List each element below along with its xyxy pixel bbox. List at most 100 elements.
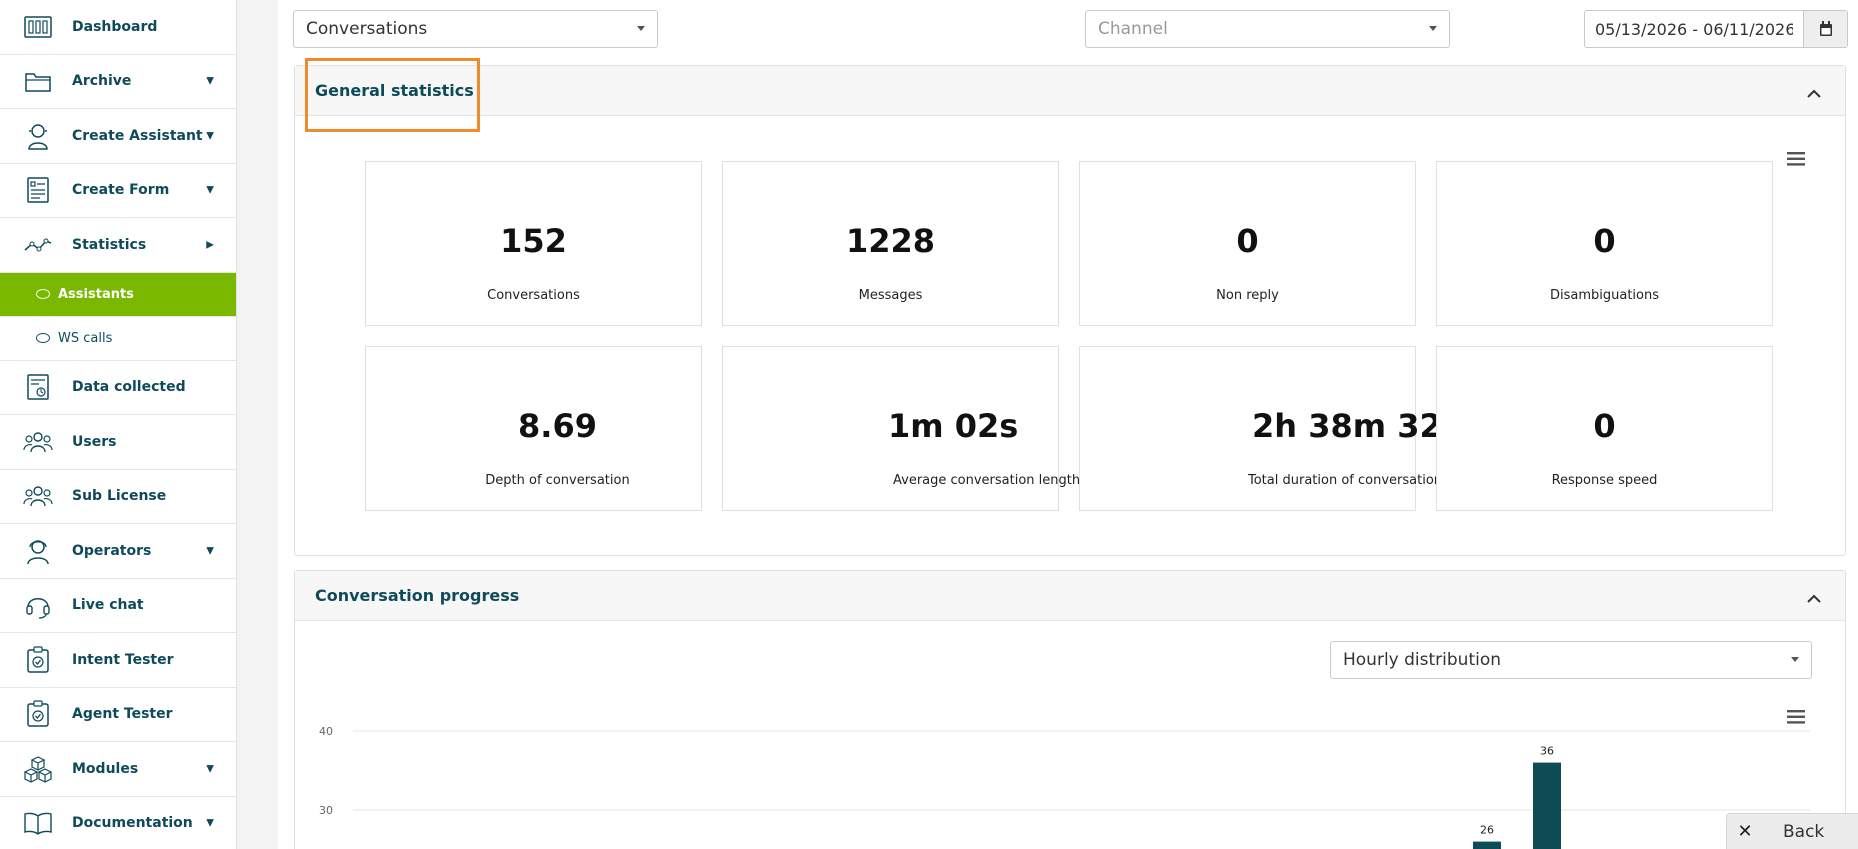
sidebar-item-create-form[interactable]: Create Form ▼ (0, 164, 236, 218)
main-content: Conversations Channel General statistics (278, 0, 1858, 849)
sidebar-item-label: Archive (72, 73, 132, 90)
filter-bar: Conversations Channel (293, 10, 1848, 48)
chevron-down-icon (1429, 26, 1437, 31)
sidebar-item-label: Documentation (72, 815, 193, 832)
stat-value: 1228 (845, 222, 936, 260)
stat-caption: Disambiguations (1549, 288, 1660, 303)
stat-value: 0 (1236, 222, 1259, 260)
type-select[interactable]: Conversations (293, 10, 658, 48)
bullet-icon (36, 333, 50, 343)
sidebar-item-live-chat[interactable]: Live chat (0, 579, 236, 633)
stat-value: 2h 38m 32s (1252, 407, 1461, 445)
sidebar-item-sub-license[interactable]: Sub License (0, 470, 236, 524)
form-icon (22, 174, 54, 206)
stat-caption: Messages (858, 288, 923, 303)
stat-caption: Conversations (487, 288, 580, 303)
sidebar-subitem-label: WS calls (58, 330, 113, 346)
bar-value-label: 36 (1540, 745, 1554, 758)
sidebar-subitem-ws-calls[interactable]: WS calls (0, 317, 236, 361)
calendar-button[interactable] (1803, 11, 1847, 47)
stat-card: 152 Conversations (365, 161, 702, 326)
stat-card: 0 Non reply (1079, 161, 1416, 326)
conversation-chart: 30 40 26 36 (319, 725, 1810, 849)
operator-icon (22, 535, 54, 567)
calendar-icon (1819, 21, 1832, 36)
sidebar-item-label: Modules (72, 760, 139, 777)
y-tick-label: 30 (319, 804, 333, 817)
clipboard-check-icon (22, 698, 54, 730)
stat-caption: Response speed (1551, 473, 1658, 488)
y-tick-label: 40 (319, 725, 333, 738)
sub-license-icon (22, 480, 54, 512)
statistics-icon (22, 229, 54, 261)
back-button[interactable]: ✕ Back (1726, 813, 1858, 849)
sidebar-item-label: Users (72, 433, 117, 450)
dashboard-icon (22, 11, 54, 43)
sidebar-item-users[interactable]: Users (0, 415, 236, 470)
sidebar-item-label: Dashboard (72, 18, 158, 35)
chevron-down-icon (637, 26, 645, 31)
assistant-icon (22, 120, 54, 152)
panel-header[interactable]: General statistics (295, 58, 1845, 132)
sidebar-item-label: Sub License (72, 488, 167, 505)
general-statistics-panel: General statistics 152 Conversations 122… (294, 58, 1846, 556)
stat-value: 0 (1593, 222, 1616, 260)
sidebar-item-create-assistant[interactable]: Create Assistant ▼ (0, 109, 236, 164)
conversation-progress-panel: Conversation progress Hourly distributio… (294, 570, 1846, 849)
stat-caption: Average conversation length (893, 473, 1081, 488)
chevron-down-icon: ▼ (206, 817, 214, 829)
chart-bar (1533, 762, 1561, 849)
headset-icon (22, 589, 54, 621)
sidebar-item-label: Operators (72, 542, 152, 559)
stat-card: 0 Response speed (1436, 346, 1773, 511)
sidebar-item-label: Intent Tester (72, 651, 174, 668)
channel-select[interactable]: Channel (1085, 10, 1450, 48)
stat-caption: Total duration of conversations (1248, 473, 1449, 488)
stat-card: 1228 Messages (722, 161, 1059, 326)
menu-icon[interactable] (1787, 151, 1805, 170)
sidebar-item-operators[interactable]: Operators ▼ (0, 524, 236, 579)
stat-card: 2h 38m 32s Total duration of conversatio… (1079, 346, 1461, 511)
panel-title: General statistics (315, 81, 474, 100)
users-icon (22, 426, 54, 458)
channel-select-placeholder: Channel (1098, 19, 1168, 39)
stat-value: 1m 02s (888, 407, 1019, 445)
back-label: Back (1783, 821, 1825, 842)
sidebar-item-label: Create Assistant (72, 127, 203, 144)
type-select-value: Conversations (306, 19, 428, 39)
stat-value: 0 (1593, 407, 1616, 445)
stat-value: 152 (500, 222, 567, 260)
date-range-input[interactable] (1585, 11, 1803, 47)
stat-caption: Non reply (1216, 288, 1279, 303)
chevron-down-icon: ▼ (206, 545, 214, 557)
folder-icon (22, 65, 54, 97)
sidebar-item-archive[interactable]: Archive ▼ (0, 55, 236, 109)
sidebar-item-intent-tester[interactable]: Intent Tester (0, 633, 236, 688)
chart-bar (1473, 841, 1501, 849)
clipboard-check-icon (22, 644, 54, 676)
sidebar-item-label: Statistics (72, 236, 147, 253)
sidebar-item-agent-tester[interactable]: Agent Tester (0, 688, 236, 742)
sidebar-subitem-label: Assistants (58, 286, 134, 302)
chevron-up-icon[interactable] (1807, 588, 1821, 607)
modules-icon (22, 753, 54, 785)
sidebar-item-label: Data collected (72, 379, 186, 396)
chevron-down-icon: ▼ (206, 75, 214, 87)
stat-card: 1m 02s Average conversation length (722, 346, 1080, 511)
panel-header[interactable]: Conversation progress (295, 571, 1845, 621)
panel-title: Conversation progress (315, 586, 520, 605)
sidebar-item-documentation[interactable]: Documentation ▼ (0, 797, 236, 849)
data-collected-icon (22, 371, 54, 403)
stat-card: 0 Disambiguations (1436, 161, 1773, 326)
sidebar-item-label: Create Form (72, 182, 170, 199)
sidebar-item-data-collected[interactable]: Data collected (0, 361, 236, 415)
sidebar-item-label: Agent Tester (72, 706, 173, 723)
date-range-picker (1584, 10, 1848, 48)
sidebar-item-statistics[interactable]: Statistics ▶ (0, 218, 236, 273)
sidebar-item-modules[interactable]: Modules ▼ (0, 742, 236, 797)
sidebar-subitem-assistants[interactable]: Assistants (0, 272, 236, 317)
chevron-right-icon: ▶ (206, 239, 214, 251)
chevron-up-icon[interactable] (1807, 83, 1821, 102)
bullet-icon (36, 289, 50, 299)
sidebar-item-dashboard[interactable]: Dashboard (0, 0, 236, 55)
